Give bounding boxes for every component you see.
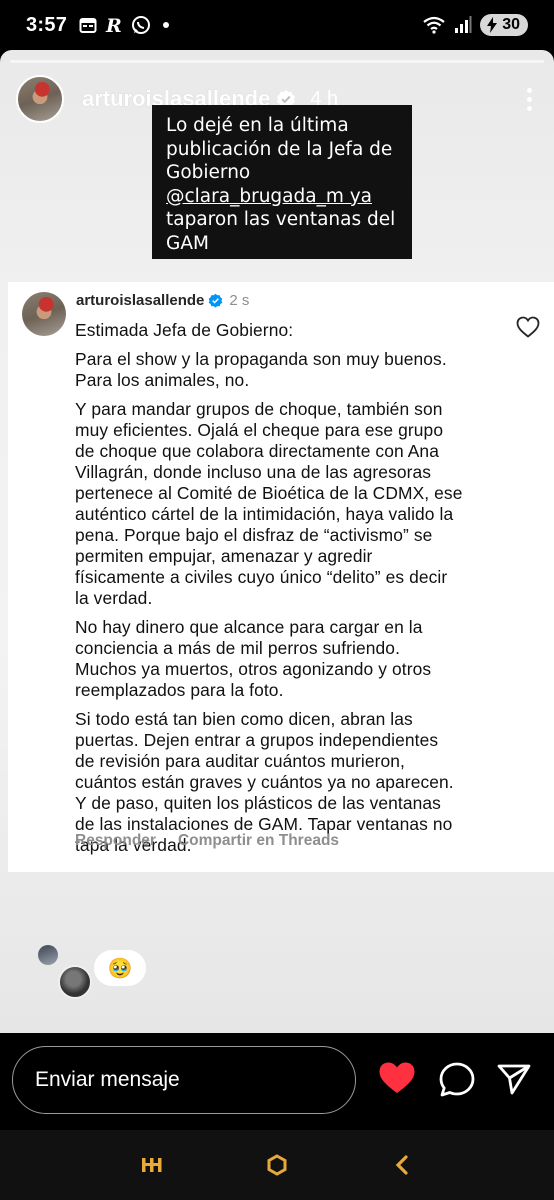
comment-greeting: Estimada Jefa de Gobierno: <box>75 320 294 340</box>
r-app-icon: R <box>105 15 123 35</box>
comment-line: pena. Porque bajo el disfraz de “activis… <box>75 525 433 545</box>
comment-line: conciencia a más de mil perros sufriendo… <box>75 638 401 658</box>
comment-body: Estimada Jefa de Gobierno: Para el show … <box>75 320 515 864</box>
message-bar: Enviar mensaje <box>0 1033 554 1130</box>
verified-badge-icon <box>208 293 223 308</box>
comment-line: reemplazados para la foto. <box>75 680 284 700</box>
story-progress-bar <box>10 60 544 63</box>
comment-line: Y de paso, quiten los plásticos de las v… <box>75 793 441 813</box>
comment-paragraph: No hay dinero que alcance para cargar en… <box>75 617 515 701</box>
comment-author-avatar[interactable] <box>22 292 66 336</box>
send-icon <box>497 1064 531 1095</box>
share-threads-button[interactable]: Compartir en Threads <box>178 832 339 850</box>
reaction-emoji: 🥹 <box>107 957 133 980</box>
viewer-avatar[interactable] <box>38 945 58 965</box>
battery-level: 30 <box>502 16 520 33</box>
status-icons-left: R <box>79 15 170 35</box>
charging-icon <box>484 16 500 39</box>
viewer-avatar[interactable] <box>58 965 92 999</box>
heart-filled-icon <box>379 1062 415 1093</box>
comment-line: pertenece al Comité de Bioética de la CD… <box>75 483 463 503</box>
comment-paragraph: Para el show y la propaganda son muy bue… <box>75 349 515 391</box>
comment-line: de revisión para auditar cuántos muriero… <box>75 751 405 771</box>
comment-line: Para los animales, no. <box>75 370 250 390</box>
status-bar: 3:57 R 30 <box>0 0 554 50</box>
signal-icon <box>454 16 472 34</box>
reply-story-button[interactable] <box>438 1061 476 1099</box>
comment-line: Para el show y la propaganda son muy bue… <box>75 349 447 369</box>
home-button[interactable] <box>257 1145 297 1185</box>
overlay-line: publicación de la Jefa de <box>166 138 393 160</box>
comment-author-username[interactable]: arturoislasallende <box>76 292 204 309</box>
comment-line: auténtico cártel de la intimidación, hay… <box>75 504 454 524</box>
comment-line: Villagrán, donde incluso una de las agre… <box>75 462 432 482</box>
story-author-avatar[interactable] <box>16 75 64 123</box>
heart-outline-icon <box>516 316 540 338</box>
reaction-bubble: 🥹 <box>94 950 146 986</box>
more-dot-icon <box>527 87 532 93</box>
more-dot-icon <box>527 105 532 111</box>
comment-line: puertas. Dejen entrar a grupos independi… <box>75 730 439 750</box>
story-viewer[interactable]: arturoislasallende 4 h Lo dejé en la últ… <box>0 50 554 1033</box>
comment-line: permiten empujar, amenazar y agredir <box>75 546 373 566</box>
overlay-line: Gobierno <box>166 162 251 183</box>
back-chevron-icon <box>395 1155 408 1175</box>
recent-apps-button[interactable] <box>132 1145 172 1185</box>
overlay-line: taparon las ventanas del <box>166 209 396 230</box>
reply-button[interactable]: Responder <box>75 832 156 850</box>
svg-text:R: R <box>105 15 122 35</box>
like-story-button[interactable] <box>378 1061 416 1095</box>
comment-line: cuántos están graves y cuántos ya no apa… <box>75 772 454 792</box>
wifi-icon <box>422 15 446 35</box>
comment-actions: Responder Compartir en Threads <box>75 832 339 850</box>
shared-comment-card[interactable]: arturoislasallende 2 s Estimada Jefa de … <box>8 282 554 872</box>
share-story-button[interactable] <box>496 1061 532 1097</box>
story-text-overlay: Lo dejé en la última publicación de la J… <box>152 105 412 259</box>
battery-indicator: 30 <box>480 14 528 36</box>
message-placeholder: Enviar mensaje <box>35 1068 180 1091</box>
message-input[interactable]: Enviar mensaje <box>12 1046 356 1114</box>
comment-line: Y para mandar grupos de choque, también … <box>75 399 443 419</box>
comment-line: Muchos ya muertos, otros agonizando y ot… <box>75 659 432 679</box>
comment-line: Si todo está tan bien como dicen, abran … <box>75 709 413 729</box>
comment-line: No hay dinero que alcance para cargar en… <box>75 617 423 637</box>
home-icon <box>267 1154 287 1176</box>
chat-bubble-icon <box>439 1062 475 1097</box>
more-dot-icon <box>527 96 532 102</box>
more-options-button[interactable] <box>521 82 538 117</box>
mention-link[interactable]: @clara_brugada_m ya <box>166 185 398 209</box>
comment-line: la verdad. <box>75 588 153 608</box>
comment-header: arturoislasallende 2 s <box>76 292 249 309</box>
overlay-line: GAM <box>166 232 209 254</box>
whatsapp-icon <box>131 15 151 35</box>
comment-paragraph: Y para mandar grupos de choque, también … <box>75 399 515 609</box>
comment-line: muy eficientes. Ojalá el cheque para ese… <box>75 420 444 440</box>
comment-line: físicamente a civiles cuyo único “delito… <box>75 567 448 587</box>
recent-apps-icon <box>142 1158 162 1172</box>
overlay-line: Lo dejé en la última <box>166 115 349 136</box>
status-time: 3:57 <box>26 13 68 36</box>
navigation-bar <box>0 1130 554 1200</box>
notification-dot <box>163 22 170 28</box>
comment-timestamp: 2 s <box>229 292 250 309</box>
back-button[interactable] <box>382 1145 422 1185</box>
calendar-icon <box>79 16 97 34</box>
like-comment-button[interactable] <box>516 316 540 343</box>
status-icons-right: 30 <box>422 14 528 36</box>
comment-line: de choque que colabora directamente con … <box>75 441 439 461</box>
